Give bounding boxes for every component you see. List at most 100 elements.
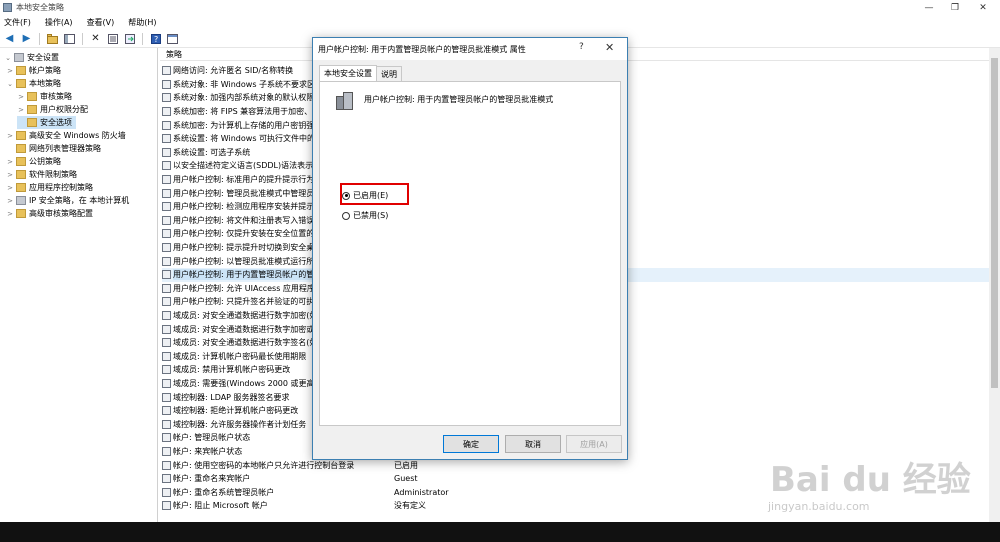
policy-item-icon xyxy=(162,324,171,334)
menu-view[interactable]: 查看(V) xyxy=(87,17,115,28)
policy-item-icon xyxy=(162,93,171,103)
policy-server-icon xyxy=(336,92,354,112)
export-list-icon[interactable] xyxy=(123,32,136,45)
folder-icon xyxy=(16,170,26,179)
tree-item-label: 用户权限分配 xyxy=(40,105,88,114)
policy-item-icon xyxy=(162,202,171,212)
properties-icon[interactable] xyxy=(106,32,119,45)
tree-item-account-policies[interactable]: > 帐户策略 xyxy=(6,64,61,77)
radio-disabled-button[interactable] xyxy=(342,211,350,220)
policy-name-cell: 帐户: 重命名系统管理员帐户 xyxy=(173,487,275,497)
policy-item-icon xyxy=(162,297,171,307)
tree-item-security-options[interactable]: 安全选项 xyxy=(17,116,76,129)
tree-item-label: 安全设置 xyxy=(27,53,59,62)
status-bar xyxy=(0,522,1000,542)
tree-item-advanced-audit[interactable]: > 高级审核策略配置 xyxy=(6,207,93,220)
apply-button[interactable]: 应用(A) xyxy=(566,435,622,453)
policy-item-icon xyxy=(162,107,171,117)
folder-icon xyxy=(27,92,37,101)
toolbar-divider xyxy=(142,32,143,45)
tree-item-public-key[interactable]: > 公钥策略 xyxy=(6,155,61,168)
expander-icon[interactable]: > xyxy=(6,197,14,205)
ip-security-icon xyxy=(16,196,26,205)
minimize-button[interactable]: — xyxy=(916,0,942,15)
radio-enabled-button[interactable] xyxy=(342,191,350,200)
tree-item-user-rights[interactable]: > 用户权限分配 xyxy=(17,103,88,116)
expander-icon[interactable]: > xyxy=(6,210,14,218)
expander-icon[interactable]: ⌄ xyxy=(6,80,14,88)
policy-setting-cell: 已启用 xyxy=(394,460,418,470)
scrollbar-thumb[interactable] xyxy=(991,58,998,388)
tree-item-local-policies[interactable]: ⌄ 本地策略 xyxy=(6,77,61,90)
tree-item-label: 软件限制策略 xyxy=(29,170,77,179)
policy-item-icon xyxy=(162,66,171,76)
back-icon[interactable]: ◀ xyxy=(3,32,16,45)
policy-item-icon xyxy=(162,120,171,130)
policy-item-icon xyxy=(162,460,171,470)
policy-name: 用户帐户控制: 用于内置管理员帐户的管理员批准模式 xyxy=(364,95,554,104)
tree-item-firewall[interactable]: > 高级安全 Windows 防火墙 xyxy=(6,129,126,142)
expander-icon[interactable]: ⌄ xyxy=(4,54,12,62)
policy-item-icon xyxy=(162,215,171,225)
dialog-titlebar: 用户帐户控制: 用于内置管理员帐户的管理员批准模式 属性 ? ✕ xyxy=(313,38,627,60)
policy-item-icon xyxy=(162,433,171,443)
expander-icon[interactable]: > xyxy=(6,132,14,140)
menu-file[interactable]: 文件(F) xyxy=(4,17,31,28)
tree-item-security-settings[interactable]: ⌄ 安全设置 xyxy=(4,51,59,64)
tab-explain[interactable]: 说明 xyxy=(376,66,402,81)
column-header-policy[interactable]: 策略 xyxy=(166,49,182,60)
menu-help[interactable]: 帮助(H) xyxy=(128,17,156,28)
help-icon[interactable]: ? xyxy=(149,32,162,45)
expander-icon[interactable]: > xyxy=(6,158,14,166)
radio-enabled[interactable]: 已启用(E) xyxy=(342,190,388,201)
policy-item-icon xyxy=(162,379,171,389)
cancel-button[interactable]: 取消 xyxy=(505,435,561,453)
window-titlebar: 本地安全策略 — ❐ ✕ xyxy=(0,0,1000,15)
policy-item-icon xyxy=(162,365,171,375)
watermark-url: jingyan.baidu.com xyxy=(768,500,870,513)
dialog-close-button[interactable]: ✕ xyxy=(605,41,614,54)
vertical-scrollbar[interactable] xyxy=(989,48,1000,522)
tree-item-label: 公钥策略 xyxy=(29,157,61,166)
tree-item-label: 应用程序控制策略 xyxy=(29,183,93,192)
policy-item-icon xyxy=(162,175,171,185)
expander-icon[interactable]: > xyxy=(6,171,14,179)
tree-item-audit-policy[interactable]: > 审核策略 xyxy=(17,90,72,103)
expander-icon[interactable]: > xyxy=(6,184,14,192)
tree-item-app-control[interactable]: > 应用程序控制策略 xyxy=(6,181,93,194)
expander-icon[interactable]: > xyxy=(17,93,25,101)
policy-item-icon xyxy=(162,229,171,239)
folder-open-icon xyxy=(16,79,26,88)
tree-item-network-list[interactable]: 网络列表管理器策略 xyxy=(6,142,101,155)
expander-icon[interactable]: > xyxy=(6,67,14,75)
menu-bar: 文件(F) 操作(A) 查看(V) 帮助(H) xyxy=(0,15,1000,30)
dialog-title: 用户帐户控制: 用于内置管理员帐户的管理员批准模式 属性 xyxy=(318,44,526,54)
firewall-icon xyxy=(16,131,26,140)
policy-item-icon xyxy=(162,243,171,253)
maximize-button[interactable]: ❐ xyxy=(942,0,968,15)
tree-item-label: 本地策略 xyxy=(29,79,61,88)
policy-setting-cell: Administrator xyxy=(394,487,449,497)
toolbar-divider xyxy=(82,32,83,45)
tree-item-software-restriction[interactable]: > 软件限制策略 xyxy=(6,168,77,181)
tab-local-security-setting[interactable]: 本地安全设置 xyxy=(319,65,377,81)
table-row[interactable]: 帐户: 阻止 Microsoft 帐户 没有定义 xyxy=(162,499,1000,513)
policy-item-icon xyxy=(162,351,171,361)
console-view-icon[interactable] xyxy=(166,32,179,45)
menu-action[interactable]: 操作(A) xyxy=(45,17,73,28)
policy-item-icon xyxy=(162,79,171,89)
tree-item-ip-security[interactable]: > IP 安全策略，在 本地计算机 xyxy=(6,194,129,207)
show-hide-tree-icon[interactable] xyxy=(63,32,76,45)
close-button[interactable]: ✕ xyxy=(970,0,996,15)
radio-disabled[interactable]: 已禁用(S) xyxy=(342,210,388,221)
ok-button[interactable]: 确定 xyxy=(443,435,499,453)
toolbar-divider xyxy=(39,32,40,45)
radio-disabled-label: 已禁用(S) xyxy=(353,211,389,220)
delete-icon[interactable]: ✕ xyxy=(89,32,102,45)
forward-icon[interactable]: ▶ xyxy=(20,32,33,45)
expander-icon[interactable]: > xyxy=(17,106,25,114)
up-folder-icon[interactable] xyxy=(46,32,59,45)
tree-item-label: 高级安全 Windows 防火墙 xyxy=(29,131,126,140)
dialog-help-button[interactable]: ? xyxy=(579,42,584,52)
policy-setting-cell: 没有定义 xyxy=(394,501,426,511)
